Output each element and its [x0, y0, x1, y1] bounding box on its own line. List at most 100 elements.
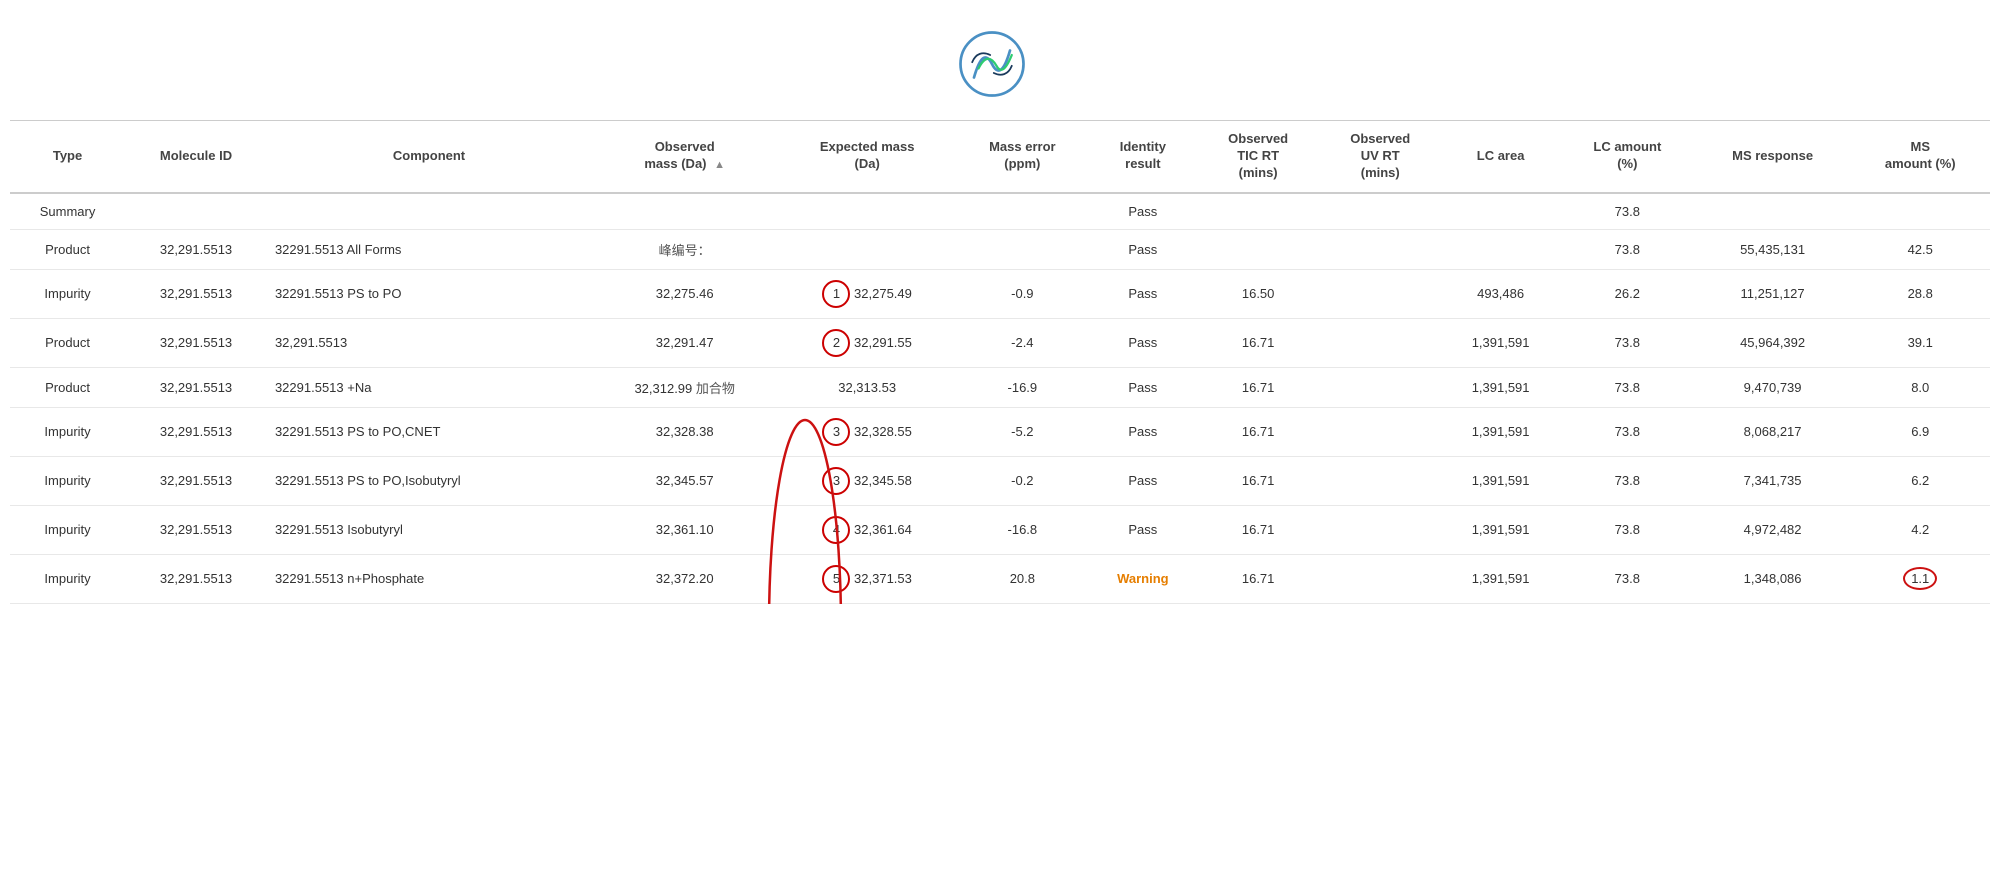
cell-mass-error: -0.2	[956, 456, 1089, 505]
summary-tic-rt	[1197, 193, 1319, 230]
cell-ms-amount: 6.2	[1850, 456, 1990, 505]
cell-molecule-id: 32,291.5513	[125, 407, 267, 456]
cell-tic-rt: 16.50	[1197, 269, 1319, 318]
col-molecule-id: Molecule ID	[125, 121, 267, 193]
table-row: Impurity 32,291.5513 32291.5513 PS to PO…	[10, 456, 1990, 505]
cell-type: Impurity	[10, 407, 125, 456]
pass-badge: Pass	[1128, 335, 1157, 350]
col-identity-result: Identityresult	[1089, 121, 1197, 193]
cell-identity-result: Pass	[1089, 456, 1197, 505]
cell-tic-rt: 16.71	[1197, 554, 1319, 603]
header	[0, 0, 2000, 120]
cell-molecule-id: 32,291.5513	[125, 318, 267, 367]
cell-ms-response: 1,348,086	[1695, 554, 1851, 603]
cell-lc-amount: 26.2	[1560, 269, 1695, 318]
summary-ms-response	[1695, 193, 1851, 230]
peak-number-circle: 2	[822, 329, 850, 357]
circled-ms-amount: 1.1	[1903, 567, 1937, 590]
col-ms-response: MS response	[1695, 121, 1851, 193]
pass-badge: Pass	[1128, 522, 1157, 537]
col-expected-mass: Expected mass(Da)	[778, 121, 956, 193]
col-observed-mass[interactable]: Observedmass (Da) ▲	[591, 121, 778, 193]
cell-ms-response: 55,435,131	[1695, 229, 1851, 269]
cell-lc-area: 1,391,591	[1441, 367, 1560, 407]
cell-ms-amount: 39.1	[1850, 318, 1990, 367]
cell-component: 32291.5513 Isobutyryl	[267, 505, 591, 554]
cell-mass-error: 20.8	[956, 554, 1089, 603]
cell-uv-rt	[1319, 229, 1441, 269]
pass-badge: Pass	[1128, 424, 1157, 439]
col-uv-rt: ObservedUV RT(mins)	[1319, 121, 1441, 193]
cell-tic-rt: 16.71	[1197, 456, 1319, 505]
pass-badge: Pass	[1128, 380, 1157, 395]
cell-lc-amount: 73.8	[1560, 229, 1695, 269]
sort-arrow-observed-mass: ▲	[714, 158, 725, 172]
cell-lc-amount: 73.8	[1560, 554, 1695, 603]
summary-row: Summary Pass 73.8	[10, 193, 1990, 230]
cell-molecule-id: 32,291.5513	[125, 456, 267, 505]
adduct-label: 加合物	[696, 381, 735, 396]
cell-type: Product	[10, 229, 125, 269]
cell-ms-amount: 4.2	[1850, 505, 1990, 554]
summary-identity-result: Pass	[1089, 193, 1197, 230]
cell-identity-result: Pass	[1089, 367, 1197, 407]
cell-mass-error: -16.8	[956, 505, 1089, 554]
cell-observed-mass: 峰编号：	[591, 229, 778, 269]
summary-observed-mass	[591, 193, 778, 230]
cell-lc-amount: 73.8	[1560, 407, 1695, 456]
cell-uv-rt	[1319, 407, 1441, 456]
data-table: Type Molecule ID Component Observedmass …	[10, 120, 1990, 604]
cell-identity-result: Pass	[1089, 229, 1197, 269]
cell-uv-rt	[1319, 554, 1441, 603]
cell-type: Impurity	[10, 554, 125, 603]
cell-molecule-id: 32,291.5513	[125, 229, 267, 269]
cell-type: Impurity	[10, 456, 125, 505]
cell-ms-response: 45,964,392	[1695, 318, 1851, 367]
cell-tic-rt: 16.71	[1197, 367, 1319, 407]
table-header-row: Type Molecule ID Component Observedmass …	[10, 121, 1990, 193]
summary-mass-error	[956, 193, 1089, 230]
cell-identity-result: Pass	[1089, 318, 1197, 367]
cell-ms-amount: 28.8	[1850, 269, 1990, 318]
col-mass-error: Mass error(ppm)	[956, 121, 1089, 193]
peak-label: 峰编号：	[659, 243, 711, 258]
cell-lc-area: 1,391,591	[1441, 505, 1560, 554]
summary-ms-amount	[1850, 193, 1990, 230]
cell-observed-mass: 32,312.99 加合物	[591, 367, 778, 407]
summary-lc-area	[1441, 193, 1560, 230]
summary-type: Summary	[10, 193, 125, 230]
cell-component: 32291.5513 +Na	[267, 367, 591, 407]
cell-observed-mass: 32,275.46	[591, 269, 778, 318]
summary-molecule-id	[125, 193, 267, 230]
logo-icon	[956, 28, 1028, 100]
cell-lc-area: 493,486	[1441, 269, 1560, 318]
cell-lc-area: 1,391,591	[1441, 407, 1560, 456]
col-tic-rt: ObservedTIC RT(mins)	[1197, 121, 1319, 193]
table-container: Type Molecule ID Component Observedmass …	[10, 120, 1990, 604]
cell-tic-rt: 16.71	[1197, 505, 1319, 554]
cell-uv-rt	[1319, 367, 1441, 407]
cell-expected-mass: 32,313.53	[778, 367, 956, 407]
summary-expected-mass	[778, 193, 956, 230]
peak-number-circle: 5	[822, 565, 850, 593]
cell-ms-amount: 42.5	[1850, 229, 1990, 269]
cell-ms-amount: 1.1	[1850, 554, 1990, 603]
table-row: Product 32,291.5513 32291.5513 +Na 32,31…	[10, 367, 1990, 407]
cell-expected-mass: 3 32,328.55	[778, 407, 956, 456]
cell-component: 32291.5513 PS to PO,Isobutyryl	[267, 456, 591, 505]
summary-component	[267, 193, 591, 230]
cell-ms-response: 7,341,735	[1695, 456, 1851, 505]
cell-mass-error	[956, 229, 1089, 269]
col-lc-amount: LC amount(%)	[1560, 121, 1695, 193]
peak-number-circle: 1	[822, 280, 850, 308]
table-row: Product 32,291.5513 32,291.5513 32,291.4…	[10, 318, 1990, 367]
cell-ms-amount: 6.9	[1850, 407, 1990, 456]
main-table-wrapper: Type Molecule ID Component Observedmass …	[0, 120, 2000, 604]
cell-mass-error: -16.9	[956, 367, 1089, 407]
table-row: Product 32,291.5513 32291.5513 All Forms…	[10, 229, 1990, 269]
cell-type: Impurity	[10, 505, 125, 554]
cell-expected-mass: 2 32,291.55	[778, 318, 956, 367]
cell-expected-mass: 1 32,275.49	[778, 269, 956, 318]
summary-uv-rt	[1319, 193, 1441, 230]
cell-tic-rt	[1197, 229, 1319, 269]
